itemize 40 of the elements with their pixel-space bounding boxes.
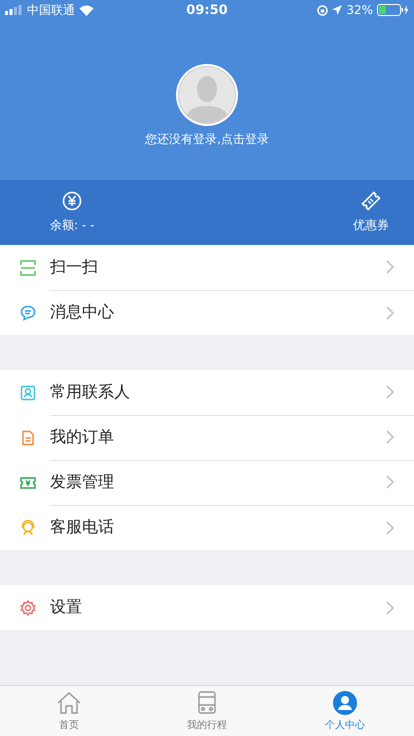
battery-percent: 32% xyxy=(346,3,373,17)
contact-card-icon xyxy=(20,384,36,400)
ticket-icon xyxy=(20,474,36,490)
scan-icon xyxy=(20,260,36,276)
chevron-right-icon xyxy=(386,475,394,489)
carrier-name: 中国联通 xyxy=(27,2,75,18)
person-icon xyxy=(332,690,358,716)
menu-item[interactable]: 客服电话 xyxy=(0,505,414,550)
wallet-label[interactable]: 优惠券 xyxy=(353,217,389,234)
wifi-icon xyxy=(79,4,94,16)
battery-icon xyxy=(376,4,409,16)
clock-time: 09:50 xyxy=(186,2,228,18)
chevron-right-icon xyxy=(386,430,394,444)
settings-icon xyxy=(20,600,36,616)
home-icon xyxy=(56,690,82,716)
menu-item[interactable]: 发票管理 xyxy=(0,460,414,505)
wallet-label[interactable]: 余额: - - xyxy=(50,217,94,234)
location-icon xyxy=(332,5,342,15)
headset-icon xyxy=(20,520,36,536)
yuan-icon xyxy=(62,191,82,211)
menu-item[interactable]: 设置 xyxy=(0,585,414,630)
rotation-lock-icon xyxy=(317,4,328,16)
document-icon xyxy=(20,430,36,446)
chat-bubble-icon xyxy=(20,304,36,320)
tab[interactable]: 我的行程 xyxy=(138,686,276,736)
chevron-right-icon xyxy=(386,385,394,399)
menu-item[interactable]: 扫一扫 xyxy=(0,245,414,290)
signal-icon xyxy=(5,5,23,15)
menu-item[interactable]: 消息中心 xyxy=(0,290,414,335)
menu-item[interactable]: 我的订单 xyxy=(0,415,414,460)
tab[interactable]: 首页 xyxy=(0,686,138,736)
tab[interactable]: 个人中心 xyxy=(276,686,414,736)
ticket-icon xyxy=(361,191,381,211)
chevron-right-icon xyxy=(386,260,394,274)
login-prompt[interactable]: 您还没有登录,点击登录 xyxy=(145,131,269,148)
chevron-right-icon xyxy=(386,306,394,320)
avatar[interactable] xyxy=(175,63,239,127)
menu-item[interactable]: 常用联系人 xyxy=(0,370,414,415)
chevron-right-icon xyxy=(386,600,394,614)
chevron-right-icon xyxy=(386,520,394,534)
